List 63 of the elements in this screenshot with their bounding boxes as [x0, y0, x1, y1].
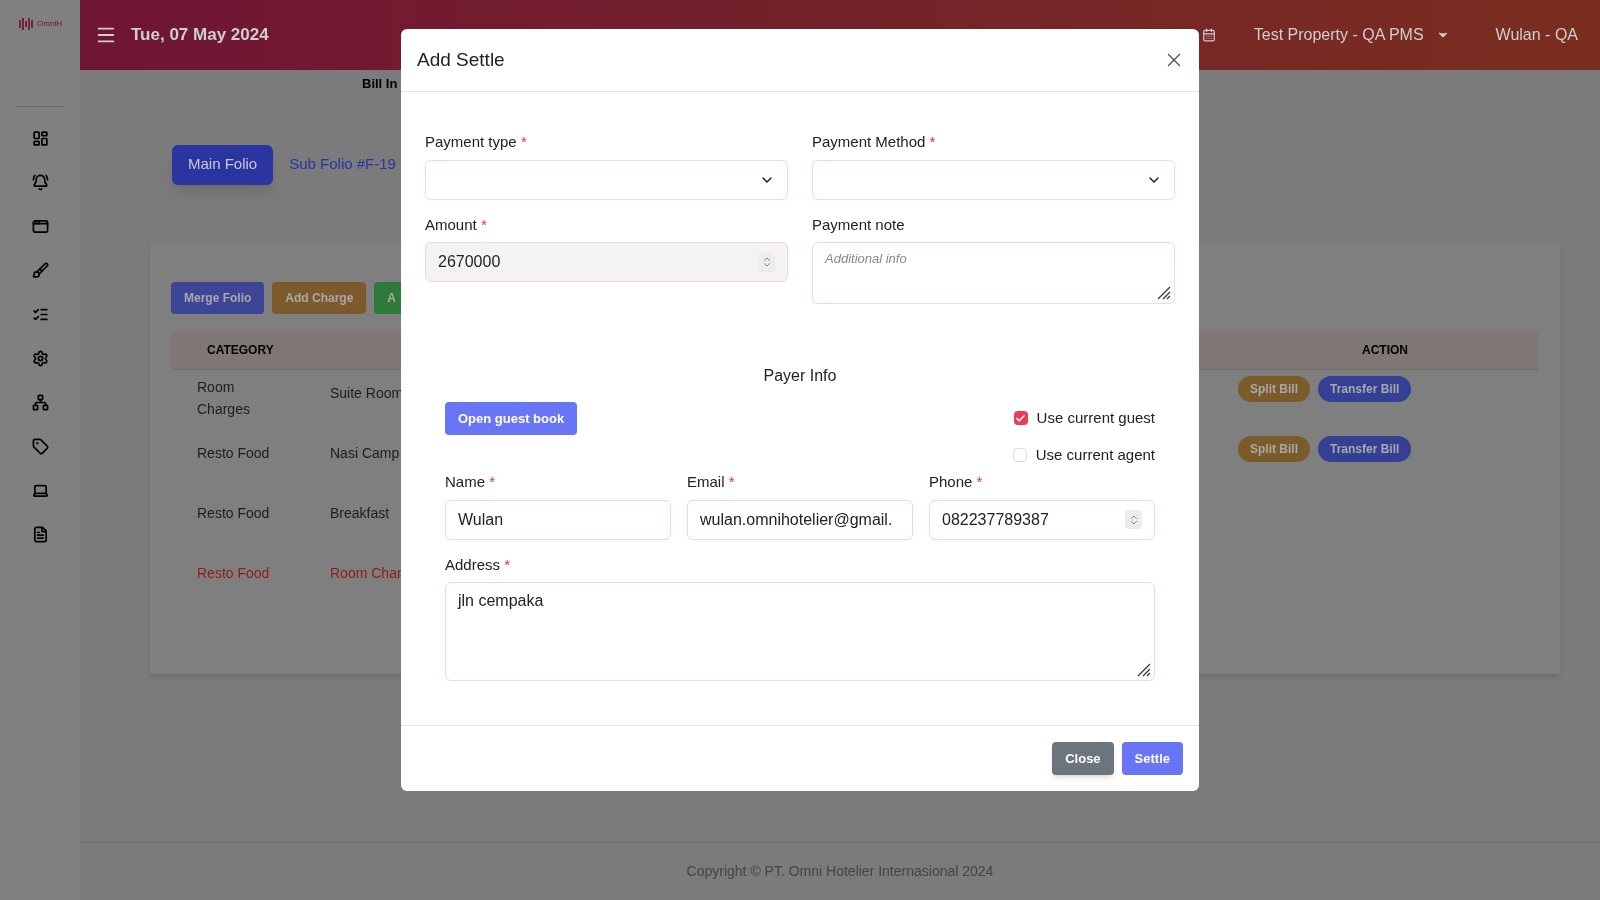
guest-book-button[interactable]: Open guest book — [445, 402, 578, 435]
checkbox-label: Use current guest — [1036, 408, 1155, 428]
action-button[interactable]: Add Charge — [272, 281, 367, 314]
checkbox[interactable] — [1012, 447, 1027, 462]
document-icon[interactable] — [31, 526, 49, 543]
checkbox-label: Use current agent — [1035, 444, 1155, 465]
resize-grip-icon[interactable] — [1155, 284, 1171, 300]
row-action-button[interactable]: Split Bill — [1238, 435, 1310, 462]
table-cell-text: Nasi Camp — [330, 443, 400, 463]
settle-button[interactable]: Settle — [1121, 742, 1183, 775]
row-action-button[interactable]: Split Bill — [1238, 375, 1310, 402]
table-cell-text: Resto Food — [197, 443, 271, 463]
field-label: Address * — [445, 554, 512, 575]
folio-tab[interactable]: Sub Folio #F-19 — [289, 144, 396, 185]
field-label: Payment note — [812, 214, 906, 235]
input-field[interactable]: 082237789387 — [929, 499, 1155, 540]
table-cell-text: Resto Food — [197, 563, 271, 583]
logo-text: OmniH — [37, 18, 62, 30]
field-label: Phone * — [929, 472, 984, 492]
input-field[interactable]: Wulan — [445, 499, 671, 540]
user-menu[interactable]: Wulan - QA — [1495, 23, 1578, 47]
breadcrumb: Bill In — [362, 75, 399, 93]
field-label: Amount * — [425, 214, 488, 235]
list-icon[interactable] — [31, 306, 49, 323]
property-dropdown[interactable]: Test Property - QA PMS — [1253, 23, 1450, 47]
field-label: Payment type * — [425, 132, 528, 152]
date-label: Tue, 07 May 2024 — [131, 24, 269, 47]
table-cell-text: Room Char — [330, 563, 402, 583]
bell-icon[interactable] — [31, 174, 49, 191]
logo-icon — [18, 16, 35, 32]
field-label: Name * — [445, 472, 497, 492]
textarea-field[interactable]: Additional info — [812, 242, 1175, 304]
column-header: CATEGORY — [207, 342, 274, 359]
close-button[interactable]: Close — [1052, 742, 1114, 775]
select-field[interactable] — [425, 159, 788, 200]
table-cell-text: Breakfast — [330, 503, 390, 523]
address-field[interactable]: jln cempaka — [445, 582, 1155, 681]
resize-grip-icon[interactable] — [1135, 661, 1151, 677]
action-button[interactable]: Merge Folio — [171, 281, 265, 314]
window-icon[interactable] — [31, 218, 49, 235]
tag-icon[interactable] — [31, 438, 49, 455]
brush-icon[interactable] — [31, 262, 49, 279]
calendar-icon[interactable] — [1201, 28, 1216, 42]
row-action-button[interactable]: Transfer Bill — [1318, 435, 1412, 462]
field-label: Payment Method * — [812, 132, 937, 152]
spinner-icon[interactable] — [1125, 510, 1142, 529]
network-icon[interactable] — [31, 394, 49, 411]
spinner-icon[interactable] — [758, 252, 775, 272]
folio-tab[interactable]: Main Folio — [172, 144, 274, 185]
table-cell-text: Resto Food — [197, 503, 271, 523]
dialog-title: Add Settle — [417, 47, 506, 72]
input-field[interactable]: 2670000 — [425, 242, 788, 282]
gear-icon[interactable] — [31, 350, 49, 367]
row-action-button[interactable]: Transfer Bill — [1318, 375, 1412, 402]
column-header: ACTION — [1362, 342, 1408, 359]
field-label: Email * — [687, 472, 736, 492]
dashboard-icon[interactable] — [31, 130, 49, 147]
select-field[interactable] — [812, 159, 1175, 200]
section-title: Payer Info — [763, 366, 837, 386]
checkbox[interactable] — [1013, 411, 1028, 426]
table-cell-text: Room Charges — [197, 377, 251, 419]
laptop-icon[interactable] — [31, 482, 49, 499]
input-field[interactable]: wulan.omnihotelier@gmail. — [687, 499, 913, 540]
